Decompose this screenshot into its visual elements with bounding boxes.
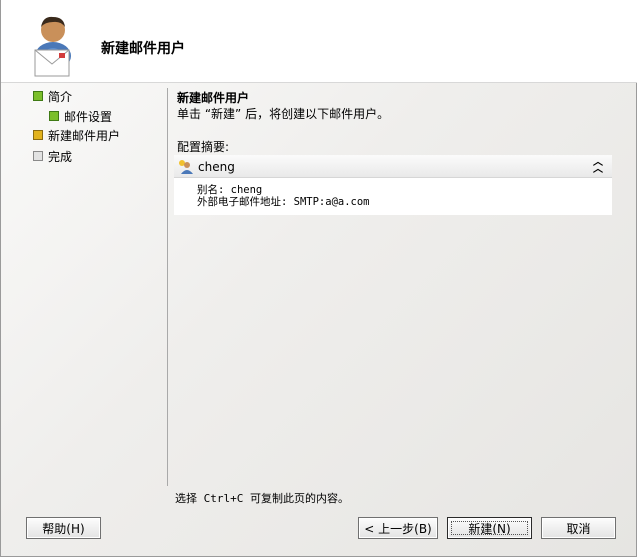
summary-header[interactable]: cheng ︿ ︿ (174, 155, 612, 178)
summary-label: 配置摘要: (177, 140, 230, 154)
help-button[interactable]: 帮助(H) (26, 517, 101, 539)
copy-hint: 选择 Ctrl+C 可复制此页的内容。 (175, 492, 349, 505)
nav-step-mail-settings: 邮件设置 (49, 108, 112, 124)
content-description: 单击 “新建” 后，将创建以下邮件用户。 (177, 107, 390, 121)
step-complete-icon (33, 91, 43, 101)
page-title: 新建邮件用户 (101, 41, 185, 57)
collapse-chevron-icon[interactable]: ︿ ︿ (592, 158, 604, 175)
step-complete-icon (49, 111, 59, 121)
summary-body: 别名: cheng 外部电子邮件地址: SMTP:a@a.com (197, 184, 370, 208)
nav-divider (167, 88, 168, 486)
cancel-button[interactable]: 取消 (541, 517, 616, 539)
step-current-icon (33, 130, 43, 140)
summary-panel[interactable]: cheng ︿ ︿ 别名: cheng 外部电子邮件地址: SMTP:a@a.co… (174, 155, 612, 215)
step-pending-icon (33, 151, 43, 161)
back-button[interactable]: < 上一步(B) (358, 517, 438, 539)
content-title: 新建邮件用户 (177, 91, 250, 105)
nav-step-label: 邮件设置 (64, 109, 113, 124)
mail-user-icon (34, 16, 71, 77)
summary-user-name: cheng (198, 160, 235, 174)
nav-step-new-mail-user: 新建邮件用户 (33, 127, 120, 143)
summary-external-address: 外部电子邮件地址: SMTP:a@a.com (197, 196, 370, 208)
nav-step-finish: 完成 (33, 148, 72, 164)
header-separator (1, 82, 637, 83)
nav-step-label: 新建邮件用户 (48, 128, 121, 143)
nav-step-intro: 简介 (33, 88, 72, 104)
nav-step-label: 完成 (48, 149, 73, 164)
summary-alias: 别名: cheng (197, 184, 263, 196)
wizard-window: 新建邮件用户 简介 邮件设置 新建邮件用户 完成 新建邮件用户 单击 “新建” … (0, 0, 637, 557)
nav-step-label: 简介 (48, 89, 73, 104)
new-button[interactable]: 新建(N) (447, 517, 532, 539)
user-icon (179, 160, 193, 174)
wizard-header: 新建邮件用户 (1, 0, 637, 82)
